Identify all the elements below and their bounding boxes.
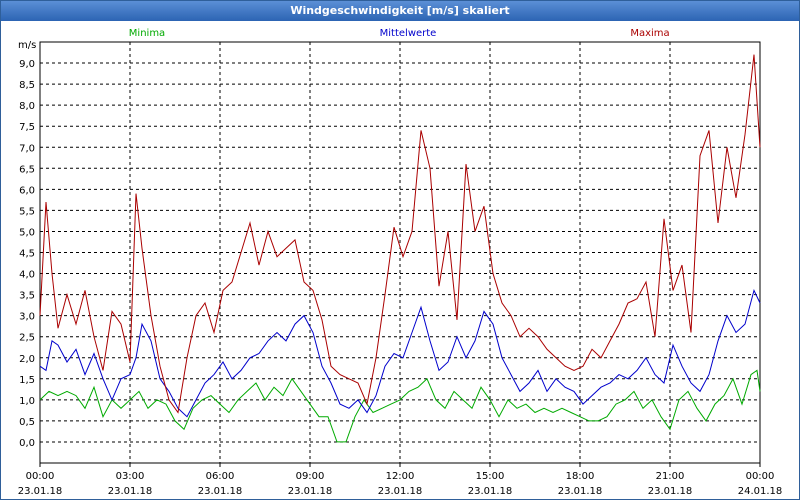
x-tick-time: 12:00 [386, 471, 415, 482]
y-tick-label: 4,0 [19, 270, 35, 281]
y-tick-label: 8,5 [19, 80, 35, 91]
legend-item-maxima: Maxima [630, 28, 669, 39]
y-tick-label: 1,0 [19, 396, 35, 407]
y-tick-label: 0,5 [19, 417, 35, 428]
y-tick-label: 2,5 [19, 333, 35, 344]
y-axis-label: m/s [18, 40, 36, 51]
x-tick-date: 24.01.18 [738, 486, 783, 497]
x-tick-time: 00:00 [26, 471, 55, 482]
series-line-minima [39, 369, 761, 443]
x-tick-date: 23.01.18 [288, 486, 333, 497]
x-tick-time: 09:00 [296, 471, 325, 482]
legend-item-mittelwerte: Mittelwerte [380, 28, 437, 39]
y-tick-labels: 9,0 8,5 8,0 7,5 7,0 6,5 6,0 5,5 5,0 4,5 4,0 3,5 3,0 2… [19, 59, 35, 449]
x-tick-date: 23.01.18 [378, 486, 423, 497]
y-tick-label: 1,5 [19, 375, 35, 386]
x-tick-time: 21:00 [656, 471, 685, 482]
x-tick-date: 23.01.18 [468, 486, 513, 497]
x-tick-time: 00:00 [746, 471, 775, 482]
x-tick-labels: 00:00 23.01.18 03:00 23.01.18 06:00 23.01.18 0… [18, 471, 783, 497]
x-tick-date: 23.01.18 [558, 486, 603, 497]
y-tick-label: 7,0 [19, 143, 35, 154]
x-tick-time: 18:00 [566, 471, 595, 482]
y-tick-label: 6,0 [19, 185, 35, 196]
legend: Minima Mittelwerte Maxima [129, 28, 670, 39]
y-tick-label: 8,0 [19, 101, 35, 112]
line-chart: 9,0 8,5 8,0 7,5 7,0 6,5 6,0 5,5 5,0 4,5 4,0 3,5 3,0 2… [18, 28, 783, 497]
y-tick-label: 3,5 [19, 291, 35, 302]
y-tick-label: 5,5 [19, 206, 35, 217]
y-tick-label: 9,0 [19, 59, 35, 70]
legend-item-minima: Minima [129, 28, 165, 39]
x-tick-date: 23.01.18 [198, 486, 243, 497]
y-tick-label: 5,0 [19, 227, 35, 238]
y-tick-label: 6,5 [19, 164, 35, 175]
series-lines [39, 54, 761, 443]
y-tick-label: 7,5 [19, 122, 35, 133]
y-tick-label: 0,0 [19, 438, 35, 449]
y-tick-label: 4,5 [19, 249, 35, 260]
x-tick-time: 03:00 [116, 471, 145, 482]
x-tick-date: 23.01.18 [18, 486, 63, 497]
x-tick-date: 23.01.18 [648, 486, 693, 497]
y-tick-label: 3,0 [19, 312, 35, 323]
x-tick-time: 06:00 [206, 471, 235, 482]
x-tick-time: 15:00 [476, 471, 505, 482]
x-tick-date: 23.01.18 [108, 486, 153, 497]
y-tick-label: 2,0 [19, 354, 35, 365]
